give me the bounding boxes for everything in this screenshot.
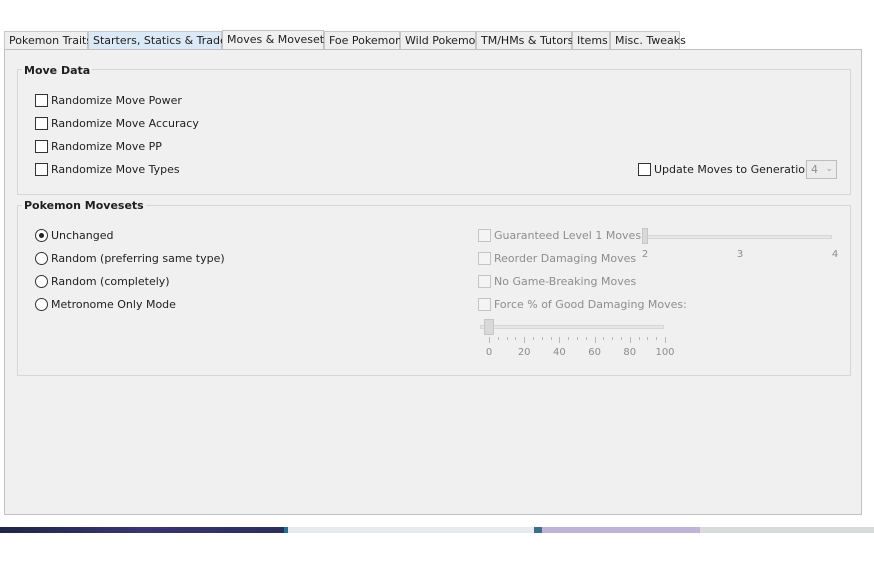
tab-foe-pokemon[interactable]: Foe Pokemon — [324, 31, 403, 49]
slider-tick — [629, 337, 631, 343]
tab-label: Moves & Movesets — [227, 33, 330, 46]
reorder-damaging-moves-checkbox[interactable] — [478, 252, 491, 265]
generation-select[interactable]: 4 ⌄ — [806, 160, 837, 179]
randomize-move-power-checkbox[interactable] — [35, 94, 48, 107]
taskbar-segment — [700, 527, 874, 533]
slider-tick-label: 80 — [623, 347, 637, 358]
randomize-move-pp-checkbox[interactable] — [35, 140, 48, 153]
pokemon-movesets-title: Pokemon Movesets — [22, 199, 146, 212]
radio-selected-dot — [39, 233, 44, 238]
slider-tick — [621, 337, 622, 340]
slider-tick-label: 2 — [641, 249, 649, 260]
moves-movesets-panel: Move Data Randomize Move Power Randomize… — [4, 49, 862, 515]
tab-tm-hms-tutors[interactable]: TM/HMs & Tutors — [476, 31, 574, 49]
slider-tick-label: 60 — [588, 347, 601, 358]
unchanged-label: Unchanged — [51, 229, 114, 242]
slider-thumb[interactable] — [642, 228, 648, 244]
slider-tick — [656, 337, 658, 340]
taskbar-segment — [288, 527, 534, 533]
slider-tick — [497, 337, 499, 340]
tab-starters-statics-trades[interactable]: Starters, Statics & Trades — [88, 31, 233, 49]
no-game-breaking-moves-checkbox[interactable] — [478, 275, 491, 288]
slider-tick — [647, 337, 649, 340]
slider-tick — [489, 337, 490, 343]
slider-tick-label: 3 — [736, 249, 744, 260]
slider-tick — [541, 337, 543, 340]
randomize-move-types-label: Randomize Move Types — [51, 163, 180, 176]
randomize-move-accuracy-label: Randomize Move Accuracy — [51, 117, 199, 130]
slider-tick — [524, 337, 526, 343]
randomize-move-power-label: Randomize Move Power — [51, 94, 182, 107]
slider-tick-label: 40 — [553, 347, 566, 358]
unchanged-radio[interactable] — [35, 229, 48, 242]
tab-moves-movesets[interactable]: Moves & Movesets — [222, 30, 330, 50]
slider-tick — [550, 337, 552, 340]
tab-wild-pokemon[interactable]: Wild Pokemon — [400, 31, 482, 49]
randomize-move-pp-label: Randomize Move PP — [51, 140, 162, 153]
tab-label: Starters, Statics & Trades — [93, 34, 233, 47]
slider-tick — [506, 337, 508, 340]
slider-tick — [665, 337, 666, 343]
random-preferring-same-type-label: Random (preferring same type) — [51, 252, 225, 265]
tab-label: Wild Pokemon — [405, 34, 483, 47]
chevron-down-icon: ⌄ — [825, 164, 833, 174]
taskbar-segment — [542, 527, 700, 533]
slider-tick — [603, 337, 605, 340]
random-preferring-same-type-radio[interactable] — [35, 252, 48, 265]
slider-tick — [515, 337, 517, 340]
no-game-breaking-moves-label: No Game-Breaking Moves — [494, 275, 637, 288]
slider-tick-label: 100 — [655, 347, 675, 358]
slider-tick — [585, 337, 587, 340]
force-good-damaging-moves-label: Force % of Good Damaging Moves: — [494, 298, 687, 311]
random-completely-label: Random (completely) — [51, 275, 170, 288]
tab-label: Items — [577, 34, 608, 47]
tab-misc-tweaks[interactable]: Misc. Tweaks — [610, 31, 686, 49]
tab-label: Pokemon Traits — [9, 34, 93, 47]
randomize-move-types-checkbox[interactable] — [35, 163, 48, 176]
guaranteed-level1-slider[interactable]: 2 3 4 — [638, 227, 838, 263]
metronome-only-mode-radio[interactable] — [35, 298, 48, 311]
metronome-only-mode-label: Metronome Only Mode — [51, 298, 176, 311]
update-moves-generation-label: Update Moves to Generation: — [654, 163, 816, 176]
good-damaging-percent-slider[interactable]: 0 20 40 60 80 100 — [476, 317, 676, 361]
slider-tick-label: 0 — [485, 347, 493, 358]
slider-thumb[interactable] — [484, 319, 494, 335]
slider-tick — [559, 337, 561, 343]
random-completely-radio[interactable] — [35, 275, 48, 288]
update-moves-generation-checkbox[interactable] — [638, 163, 651, 176]
desktop-taskbar-strip — [0, 527, 874, 533]
slider-tick — [533, 337, 534, 340]
tab-label: TM/HMs & Tutors — [481, 34, 574, 47]
tab-pokemon-traits[interactable]: Pokemon Traits — [4, 31, 92, 49]
force-good-damaging-moves-checkbox[interactable] — [478, 298, 491, 311]
taskbar-segment — [534, 527, 542, 533]
slider-tick — [638, 337, 640, 340]
slider-tick — [568, 337, 570, 340]
slider-track — [642, 235, 832, 239]
guaranteed-level1-moves-label: Guaranteed Level 1 Moves — [494, 229, 642, 242]
slider-tick-label: 4 — [831, 249, 839, 260]
move-data-group — [17, 69, 851, 195]
tab-items[interactable]: Items — [572, 31, 610, 49]
tab-label: Misc. Tweaks — [615, 34, 686, 47]
move-data-title: Move Data — [22, 64, 93, 77]
slider-tick — [577, 337, 578, 340]
randomize-move-accuracy-checkbox[interactable] — [35, 117, 48, 130]
tab-label: Foe Pokemon — [329, 34, 403, 47]
guaranteed-level1-moves-checkbox[interactable] — [478, 229, 491, 242]
taskbar-segment — [0, 527, 284, 533]
slider-track — [480, 325, 664, 329]
generation-select-value: 4 — [811, 163, 818, 176]
slider-tick-label: 20 — [517, 347, 531, 358]
reorder-damaging-moves-label: Reorder Damaging Moves — [494, 252, 637, 265]
slider-tick — [594, 337, 596, 343]
slider-tick — [612, 337, 614, 340]
